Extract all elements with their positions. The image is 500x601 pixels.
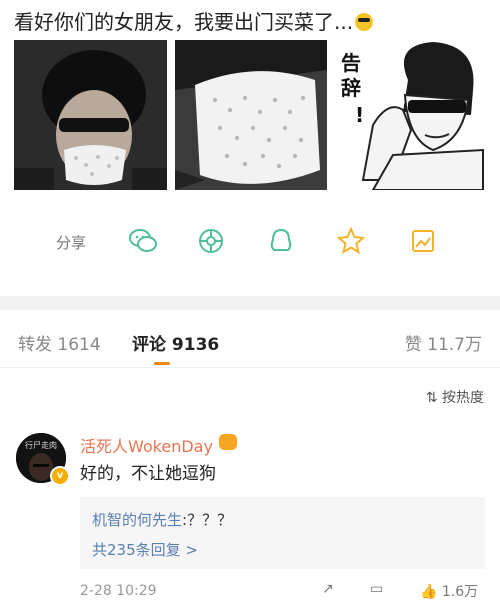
- more-replies-link[interactable]: 共235条回复 >: [92, 539, 198, 560]
- moments-icon[interactable]: [196, 226, 226, 256]
- sunglasses-emoji-icon: [355, 13, 374, 31]
- tab-comments[interactable]: 评论 9136: [132, 330, 219, 355]
- post-photo-3-meme[interactable]: 告 辞 !: [333, 40, 486, 190]
- tab-likes[interactable]: 赞 11.7万: [405, 330, 482, 355]
- post-photo-2[interactable]: [175, 40, 327, 190]
- comment-icon[interactable]: ▭: [370, 581, 383, 597]
- reply-item: 机智的何先生:？？？: [92, 509, 232, 530]
- avatar-text: 行尸走肉: [25, 441, 57, 450]
- meme-exclaim: !: [355, 103, 364, 127]
- reply-box[interactable]: 机智的何先生:？？？ 共235条回复 >: [80, 497, 485, 569]
- save-image-icon[interactable]: [408, 226, 438, 256]
- like-button[interactable]: 👍 1.6万: [420, 581, 478, 601]
- meme-image: 告 辞 !: [333, 40, 486, 190]
- vip-crown-icon: [219, 434, 237, 450]
- share-row: 分享: [0, 222, 500, 262]
- photo-1-image: [14, 40, 167, 190]
- share-label: 分享: [56, 234, 87, 252]
- qzone-star-icon[interactable]: [336, 226, 366, 256]
- wechat-icon[interactable]: [128, 226, 158, 256]
- photo-2-image: [175, 40, 327, 190]
- post-text: 看好你们的女朋友，我要出门买菜了...: [14, 6, 374, 35]
- reply-text: :？？？: [182, 511, 233, 529]
- repost-icon[interactable]: ↗: [322, 581, 334, 597]
- reply-username[interactable]: 机智的何先生: [92, 511, 182, 529]
- comment-timestamp: 2-28 10:29: [80, 583, 157, 599]
- tab-repost[interactable]: 转发 1614: [18, 330, 101, 355]
- sort-icon: ⇅: [425, 390, 438, 406]
- meme-caption-1: 告: [341, 51, 361, 75]
- post-photo-1[interactable]: [14, 40, 167, 190]
- meme-caption-2: 辞: [341, 76, 361, 100]
- tabs-divider: [0, 367, 500, 368]
- interaction-tabs: 转发 1614 评论 9136 赞 11.7万: [0, 318, 500, 366]
- comment-text: 好的，不让她逗狗: [80, 464, 216, 484]
- active-tab-indicator: [154, 362, 170, 365]
- qq-icon[interactable]: [266, 226, 296, 256]
- sort-label: 按热度: [442, 390, 484, 406]
- section-divider: [0, 296, 500, 310]
- post-text-content: 看好你们的女朋友，我要出门买菜了...: [14, 10, 354, 34]
- verified-badge: v: [50, 466, 70, 486]
- comment-username[interactable]: 活死人WokenDay: [80, 433, 213, 457]
- sort-by-hot-button[interactable]: ⇅ 按热度: [426, 387, 484, 407]
